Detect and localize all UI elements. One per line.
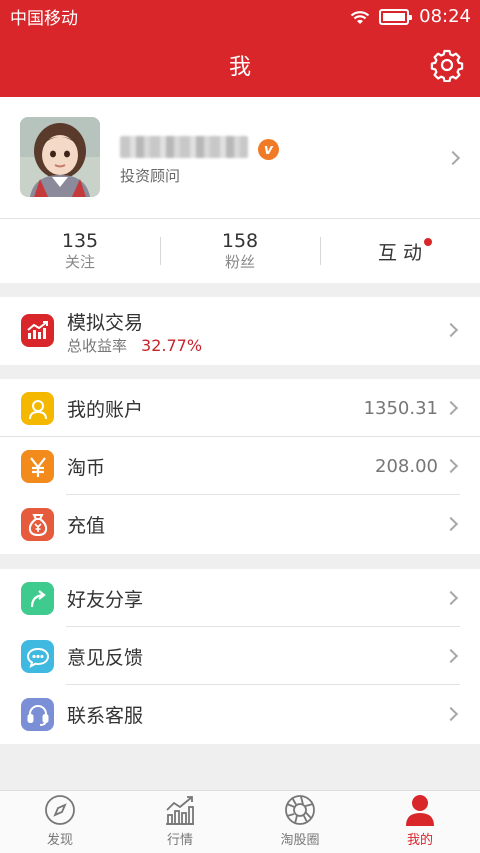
tab-market[interactable]: 行情 [120,791,240,853]
chevron-right-icon [443,706,459,722]
row-label: 模拟交易 [67,312,144,334]
user-icon [21,392,54,425]
tab-label: 淘股圈 [280,833,320,848]
row-label: 淘币 [67,456,106,479]
stat-interact[interactable]: 互 动 [320,219,480,283]
tab-label: 我的 [406,833,433,848]
chevron-right-icon [445,150,461,166]
account-balance: 1350.31 [363,397,438,419]
gear-icon[interactable] [430,48,464,82]
tab-label: 发现 [46,833,73,848]
page-title: 我 [228,55,251,80]
carrier-name: 中国移动 [10,9,78,29]
profile-name-blurred [120,136,248,158]
aperture-icon [285,795,315,825]
row-label: 我的账户 [67,398,144,421]
simulated-trade-row[interactable]: 模拟交易 总收益率 32.77% [0,297,480,365]
compass-icon [45,795,75,825]
headset-icon [21,698,54,731]
stat-label: 粉丝 [224,253,255,271]
wifi-icon [350,10,370,24]
profile-role: 投资顾问 [120,167,181,185]
chat-icon [21,640,54,673]
menu-item-my-account[interactable]: 我的账户 1350.31 [0,379,480,437]
chevron-right-icon [443,648,459,664]
stat-followers[interactable]: 158 粉丝 [160,219,320,283]
avatar[interactable] [20,117,100,197]
stat-value: 135 [61,230,99,252]
tab-label: 行情 [166,833,193,848]
chart-up-icon [21,314,54,347]
status-bar: 中国移动 08:24 [0,0,480,33]
return-rate-value: 32.77% [141,336,203,355]
menu-item-recharge[interactable]: 充值 [0,495,480,553]
bottom-tab-bar: 发现 行情 淘股圈 我的 [0,790,480,853]
money-bag-icon [21,508,54,541]
row-label: 联系客服 [67,704,144,727]
row-label: 充值 [67,514,106,537]
chevron-right-icon [443,590,459,606]
return-rate-label: 总收益率 [67,337,128,355]
verified-badge-icon: v [258,139,279,160]
interact-label: 互 动 [377,237,433,265]
menu-item-customer-service[interactable]: 联系客服 [0,685,480,743]
chevron-right-icon [443,516,459,532]
stat-value: 158 [221,230,259,252]
share-icon [21,582,54,615]
tab-discover[interactable]: 发现 [0,791,120,853]
stat-following[interactable]: 135 关注 [0,219,160,283]
account-menu: 我的账户 1350.31 淘币 208.00 充值 [0,379,480,554]
chevron-right-icon [443,400,459,416]
return-rate-line: 总收益率 32.77% [67,335,202,356]
status-icons: 08:24 [349,6,471,27]
stats-bar: 135 关注 158 粉丝 互 动 [0,219,480,283]
menu-item-share[interactable]: 好友分享 [0,569,480,627]
trend-chart-icon [166,796,194,825]
row-label: 意见反馈 [67,646,144,669]
tab-mine[interactable]: 我的 [360,791,480,853]
battery-icon [379,8,413,25]
app-header: 我 [0,33,480,97]
notification-dot [424,237,433,246]
stat-label: 关注 [64,253,95,271]
tab-taoguquan[interactable]: 淘股圈 [240,791,360,853]
clock-time: 08:24 [419,6,471,27]
profile-card[interactable]: 投资顾问 [0,97,480,219]
menu-item-feedback[interactable]: 意见反馈 [0,627,480,685]
taobi-balance: 208.00 [375,455,438,477]
yen-icon [21,450,54,483]
chevron-right-icon [443,322,459,338]
social-menu: 好友分享 意见反馈 联系客服 [0,569,480,744]
interact-text: 互 动 [377,241,423,264]
simulated-trade-card: 模拟交易 总收益率 32.77% [0,297,480,365]
menu-item-taobi[interactable]: 淘币 208.00 [0,437,480,495]
chevron-right-icon [443,458,459,474]
row-label: 好友分享 [67,588,144,611]
person-icon [406,795,434,826]
